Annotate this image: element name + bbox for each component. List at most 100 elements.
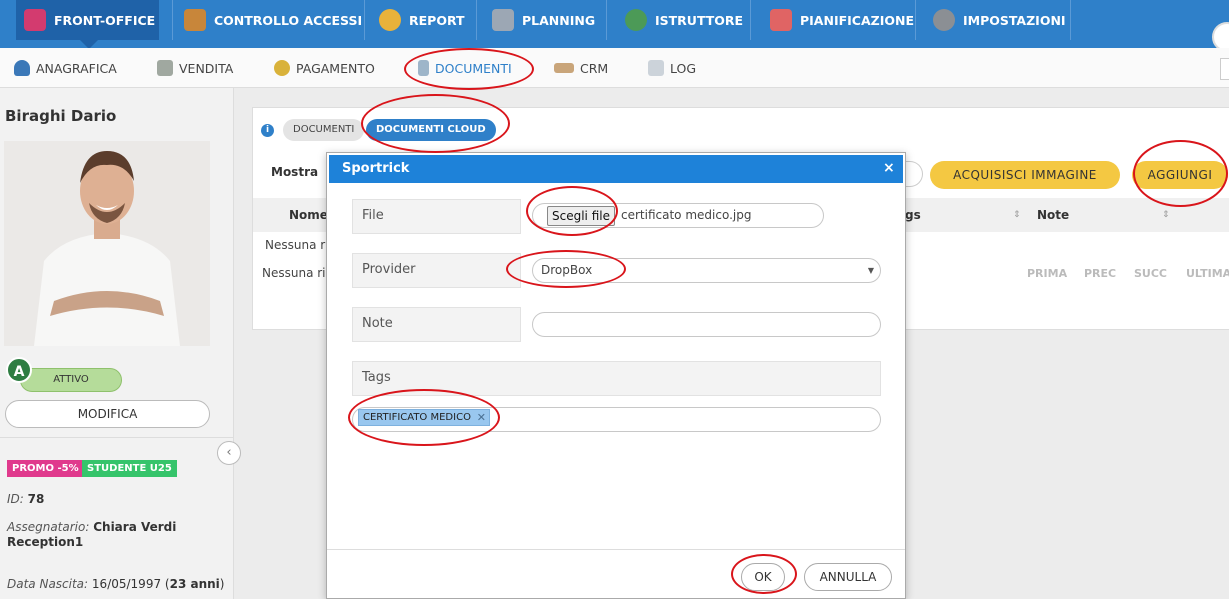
close-icon[interactable]: × xyxy=(883,160,895,176)
provider-label: Provider xyxy=(352,253,521,288)
subnav-pagamento[interactable]: PAGAMENTO xyxy=(274,48,375,88)
nav-divider xyxy=(476,0,477,40)
nav-label: ISTRUTTORE xyxy=(655,12,744,28)
nav-divider xyxy=(172,0,173,40)
pager-next[interactable]: SUCC xyxy=(1134,267,1167,280)
file-label: File xyxy=(352,199,521,234)
age-value: 23 anni xyxy=(169,577,220,591)
tab-documenti[interactable]: DOCUMENTI xyxy=(283,119,365,141)
column-nome[interactable]: Nome xyxy=(289,208,328,222)
status-letter-badge: A xyxy=(6,357,32,383)
user-icon xyxy=(14,60,30,76)
tags-label: Tags xyxy=(352,361,881,396)
nav-istruttore[interactable]: ISTRUTTORE xyxy=(625,0,743,40)
tag-chip-label: CERTIFICATO MEDICO xyxy=(363,412,471,423)
handshake-icon xyxy=(554,63,574,73)
trainer-icon xyxy=(625,9,647,31)
nav-controllo-accessi[interactable]: CONTROLLO ACCESSI xyxy=(184,0,362,40)
nav-label: REPORT xyxy=(409,12,465,28)
empty-info-message: Nessuna rig xyxy=(262,266,334,280)
tag-chip: CERTIFICATO MEDICO ✕ xyxy=(358,409,490,426)
person-icon xyxy=(24,9,46,31)
dialog-title: Sportrick xyxy=(329,155,903,183)
cancel-button[interactable]: ANNULLA xyxy=(804,563,892,591)
remove-tag-icon[interactable]: ✕ xyxy=(477,410,486,425)
empty-table-message: Nessuna ri xyxy=(265,238,329,252)
tab-documenti-cloud[interactable]: DOCUMENTI CLOUD xyxy=(366,119,496,141)
assignee-value: Chiara Verdi xyxy=(93,520,177,534)
note-label: Note xyxy=(352,307,521,342)
note-input[interactable] xyxy=(532,312,881,337)
subnav-label: PAGAMENTO xyxy=(296,60,375,76)
file-name: certificato medico.jpg xyxy=(621,208,752,222)
subnav-label: VENDITA xyxy=(179,60,234,76)
dialog-footer-divider xyxy=(327,549,905,550)
subnav-label: DOCUMENTI xyxy=(435,60,512,76)
log-icon xyxy=(648,60,664,76)
nav-divider xyxy=(364,0,365,40)
nav-label: PLANNING xyxy=(522,12,596,28)
subnav-anagrafica[interactable]: ANAGRAFICA xyxy=(14,48,117,88)
customer-photo-illustration xyxy=(4,141,210,346)
search-field-edge[interactable] xyxy=(1220,58,1229,80)
customer-birth-date: Data Nascita: 16/05/1997 (23 anni) xyxy=(7,577,224,591)
gear-icon xyxy=(933,9,955,31)
nav-divider xyxy=(750,0,751,40)
birth-close: ) xyxy=(219,577,225,591)
ok-button[interactable]: OK xyxy=(741,563,785,591)
info-icon[interactable]: i xyxy=(261,124,274,137)
nav-report[interactable]: REPORT xyxy=(379,0,465,40)
pager-prev[interactable]: PREC xyxy=(1084,267,1116,280)
nav-divider xyxy=(915,0,916,40)
nav-planning[interactable]: PLANNING xyxy=(492,0,595,40)
nav-label: FRONT-OFFICE xyxy=(54,12,156,28)
show-entries-label: Mostra xyxy=(271,165,319,179)
customer-photo xyxy=(4,141,210,346)
nav-impostazioni[interactable]: IMPOSTAZIONI xyxy=(933,0,1066,40)
sidebar-divider xyxy=(0,437,234,438)
id-label: ID: xyxy=(7,492,24,506)
capture-image-button[interactable]: ACQUISISCI IMMAGINE xyxy=(930,161,1120,189)
subnav-label: CRM xyxy=(580,60,609,76)
add-document-button[interactable]: AGGIUNGI xyxy=(1132,161,1228,189)
nav-label: CONTROLLO ACCESSI xyxy=(214,12,363,28)
nav-pianificazione[interactable]: PIANIFICAZIONE xyxy=(770,0,914,40)
subnav-crm[interactable]: CRM xyxy=(554,48,608,88)
birth-value: 16/05/1997 ( xyxy=(91,577,170,591)
nav-divider xyxy=(606,0,607,40)
nav-label: PIANIFICAZIONE xyxy=(800,12,914,28)
customer-assignee: Assegnatario: Chiara Verdi xyxy=(7,520,176,534)
id-value: 78 xyxy=(27,492,45,506)
tag-studente: STUDENTE U25 xyxy=(82,460,177,477)
nav-front-office[interactable]: FRONT-OFFICE xyxy=(16,0,159,40)
pie-chart-icon xyxy=(379,9,401,31)
sort-icon[interactable]: ⇕ xyxy=(1162,210,1170,220)
subnav-label: LOG xyxy=(670,60,697,76)
column-note[interactable]: Note xyxy=(1037,208,1069,222)
pager-first[interactable]: PRIMA xyxy=(1027,267,1067,280)
subnav-label: ANAGRAFICA xyxy=(36,60,117,76)
pager-last[interactable]: ULTIMA xyxy=(1186,267,1229,280)
document-icon xyxy=(418,60,429,76)
calendar-icon xyxy=(770,9,792,31)
edit-customer-button[interactable]: MODIFICA xyxy=(5,400,210,428)
nav-label: IMPOSTAZIONI xyxy=(963,12,1066,28)
cash-icon xyxy=(157,60,173,76)
birth-label: Data Nascita: xyxy=(7,577,89,591)
customer-name: Biraghi Dario xyxy=(5,107,117,125)
choose-file-button[interactable]: Scegli file xyxy=(547,206,615,226)
subnav-log[interactable]: LOG xyxy=(648,48,696,88)
sort-icon[interactable]: ⇕ xyxy=(1013,210,1021,220)
tag-promo: PROMO -5% xyxy=(7,460,84,477)
nav-divider xyxy=(1070,0,1071,40)
collapse-sidebar-icon[interactable]: ‹ xyxy=(217,441,241,465)
calendar-grid-icon xyxy=(492,9,514,31)
provider-select[interactable]: DropBox ▼ xyxy=(532,258,881,283)
column-tags[interactable]: gs xyxy=(905,208,921,222)
customer-assignee-line2: Reception1 xyxy=(7,535,84,549)
subnav-vendita[interactable]: VENDITA xyxy=(157,48,233,88)
subnav-documenti[interactable]: DOCUMENTI xyxy=(418,48,512,88)
turnstile-icon xyxy=(184,9,206,31)
status-badge: ATTIVO xyxy=(20,368,122,392)
chevron-down-icon: ▼ xyxy=(867,266,874,275)
